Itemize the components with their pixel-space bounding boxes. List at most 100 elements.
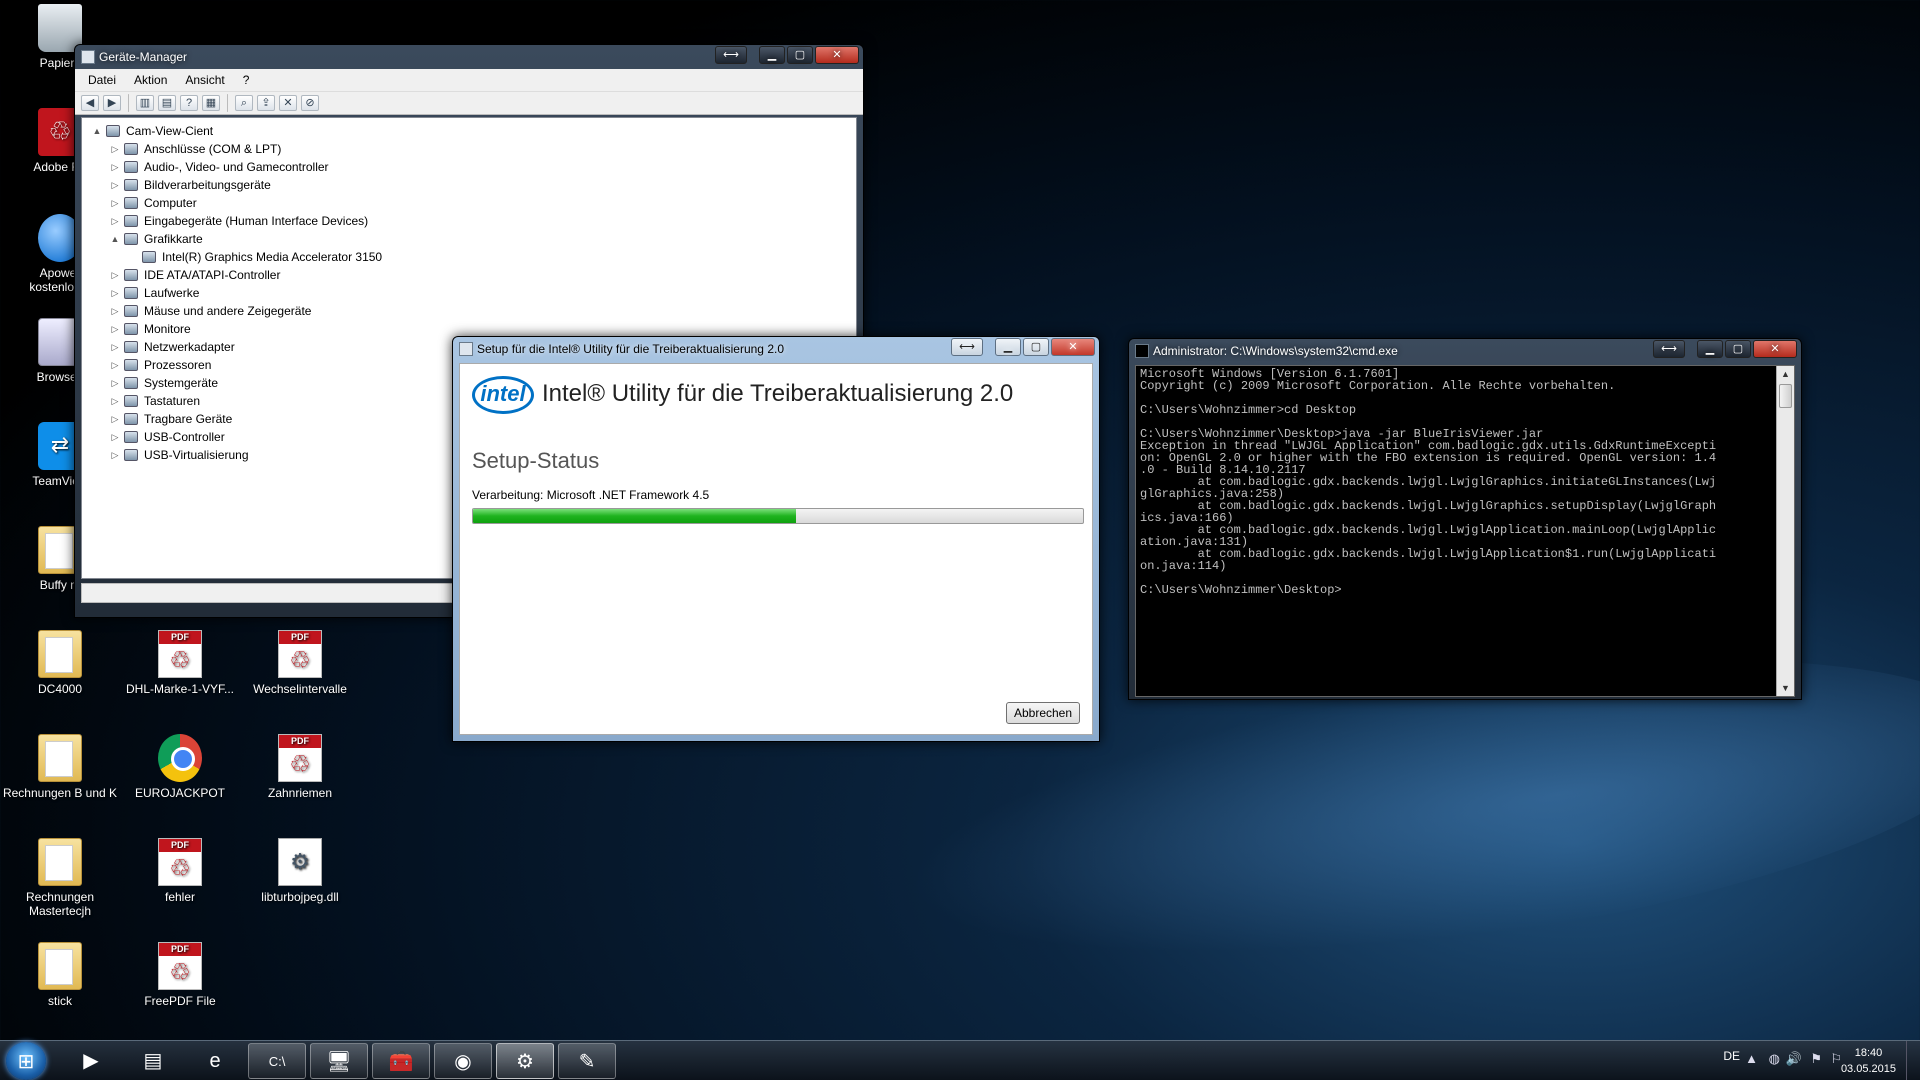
cmd-icon[interactable]: C:\ [248,1043,306,1079]
action-pane-icon[interactable]: ▦ [202,95,220,111]
desktop-icon[interactable]: Rechnungen B und K [0,734,120,800]
tree-node[interactable]: ▷ Laufwerke [82,284,856,302]
tree-expander-icon[interactable]: ▷ [110,356,120,374]
minimize-button[interactable]: ▁ [1697,340,1723,358]
tree-node[interactable]: ▷ IDE ATA/ATAPI-Controller [82,266,856,284]
tree-expander-icon[interactable]: ▲ [110,230,120,248]
pdf-icon [158,630,202,678]
close-button[interactable]: ✕ [1051,338,1095,356]
scroll-up-icon[interactable]: ▲ [1777,366,1794,382]
tree-node[interactable]: ▷ Mäuse und andere Zeigegeräte [82,302,856,320]
tree-expander-icon[interactable]: ▷ [110,212,120,230]
desktop-icon[interactable]: EUROJACKPOT [120,734,240,800]
tree-expander-icon[interactable]: ▷ [110,428,120,446]
scroll-thumb[interactable] [1779,384,1792,408]
internet-explorer-icon[interactable]: e [186,1043,244,1079]
desktop-icon[interactable]: DHL-Marke-1-VYF... [120,630,240,696]
maximize-button[interactable]: ▢ [787,46,813,64]
desktop-icon[interactable]: FreePDF File [120,942,240,1008]
close-button[interactable]: ✕ [815,46,859,64]
desktop-icon[interactable]: stick [0,942,120,1008]
language-indicator[interactable]: DE [1723,1049,1740,1063]
menu-ansicht[interactable]: Ansicht [176,73,233,87]
tree-node[interactable]: ▷ Anschlüsse (COM & LPT) [82,140,856,158]
setup-icon[interactable]: ⚙ [496,1043,554,1079]
menu-aktion[interactable]: Aktion [125,73,176,87]
cmd-titlebar[interactable]: Administrator: C:\Windows\system32\cmd.e… [1129,339,1801,363]
tree-node[interactable]: Intel(R) Graphics Media Accelerator 3150 [82,248,856,266]
device-category-icon [124,377,138,389]
tree-expander-icon[interactable]: ▷ [110,176,120,194]
scrollbar[interactable]: ▲ ▼ [1776,366,1794,696]
tree-node[interactable]: ▲ Grafikkarte [82,230,856,248]
properties-icon[interactable]: ▤ [158,95,176,111]
help-icon[interactable]: ? [180,95,198,111]
tree-node[interactable]: ▲ Cam-View-Cient [82,122,856,140]
network-icon[interactable]: ◍ [1769,1051,1780,1067]
tree-expander-icon[interactable]: ▷ [110,392,120,410]
show-desktop-button[interactable] [1906,1041,1920,1080]
paint-icon[interactable]: ✎ [558,1043,616,1079]
minimize-button[interactable]: ▁ [995,338,1021,356]
snap-button[interactable]: ⟷ [1653,340,1685,358]
tree-node[interactable]: ▷ Audio-, Video- und Gamecontroller [82,158,856,176]
clock[interactable]: 18:40 03.05.2015 [1841,1045,1896,1077]
cmd-window[interactable]: Administrator: C:\Windows\system32\cmd.e… [1128,338,1802,700]
desktop-icon[interactable]: DC4000 [0,630,120,696]
explorer-icon[interactable]: ▤ [124,1043,182,1079]
desktop-icon[interactable]: Zahnriemen [240,734,360,800]
desktop-icon[interactable]: fehler [120,838,240,904]
desktop-icon[interactable]: Rechnungen Mastertecjh [0,838,120,918]
menu-help[interactable]: ? [234,73,259,87]
cancel-button[interactable]: Abbrechen [1006,702,1080,724]
tree-node[interactable]: ▷ Computer [82,194,856,212]
show-hidden-icons-icon[interactable]: ▲ [1745,1051,1758,1066]
device-manager-icon [81,50,95,64]
tree-expander-icon[interactable]: ▷ [110,320,120,338]
maximize-button[interactable]: ▢ [1725,340,1751,358]
setup-window[interactable]: Setup für die Intel® Utility für die Tre… [452,336,1100,742]
tree-expander-icon[interactable]: ▷ [110,302,120,320]
tree-node-label: Computer [144,196,197,210]
toolbox-icon[interactable]: 🧰 [372,1043,430,1079]
scan-hardware-icon[interactable]: ⌕ [235,95,253,111]
desktop-icon[interactable]: Wechselintervalle [240,630,360,696]
snap-button[interactable]: ⟷ [951,338,983,356]
chrome-icon[interactable]: ◉ [434,1043,492,1079]
scroll-down-icon[interactable]: ▼ [1777,680,1794,696]
tree-expander-icon[interactable]: ▷ [110,140,120,158]
setup-titlebar[interactable]: Setup für die Intel® Utility für die Tre… [453,337,1099,361]
media-player-icon[interactable]: ▶ [62,1043,120,1079]
uninstall-icon[interactable]: ✕ [279,95,297,111]
minimize-button[interactable]: ▁ [759,46,785,64]
tree-node[interactable]: ▷ Eingabegeräte (Human Interface Devices) [82,212,856,230]
snap-button[interactable]: ⟷ [715,46,747,64]
start-button[interactable] [6,1042,46,1080]
back-icon[interactable]: ◀ [81,95,99,111]
device-manager-titlebar[interactable]: Geräte-Manager ⟷ ▁ ▢ ✕ [75,45,863,69]
tree-expander-icon[interactable]: ▷ [110,284,120,302]
menu-datei[interactable]: Datei [79,73,125,87]
maximize-button[interactable]: ▢ [1023,338,1049,356]
forward-icon[interactable]: ▶ [103,95,121,111]
show-hide-console-tree-icon[interactable]: ▥ [136,95,154,111]
update-driver-icon[interactable]: ⇪ [257,95,275,111]
volume-icon[interactable]: 🔊 [1786,1051,1802,1067]
tree-expander-icon[interactable]: ▲ [92,122,102,140]
tree-expander-icon[interactable]: ▷ [110,374,120,392]
tree-expander-icon[interactable]: ▷ [110,158,120,176]
desktop-icon[interactable]: libturbojpeg.dll [240,838,360,904]
tree-expander-icon[interactable]: ▷ [110,338,120,356]
tree-expander-icon[interactable]: ▷ [110,446,120,464]
close-button[interactable]: ✕ [1753,340,1797,358]
tree-expander-icon[interactable]: ▷ [110,410,120,428]
disable-icon[interactable]: ⊘ [301,95,319,111]
pdf-icon [278,630,322,678]
device-category-icon [124,413,138,425]
tree-node[interactable]: ▷ Bildverarbeitungsgeräte [82,176,856,194]
console-area[interactable]: Microsoft Windows [Version 6.1.7601] Cop… [1135,365,1795,697]
tree-expander-icon[interactable]: ▷ [110,194,120,212]
device-manager-icon[interactable]: 🖥 [310,1043,368,1079]
tree-expander-icon[interactable]: ▷ [110,266,120,284]
action-center-icon[interactable]: ⚑ [1810,1051,1822,1067]
